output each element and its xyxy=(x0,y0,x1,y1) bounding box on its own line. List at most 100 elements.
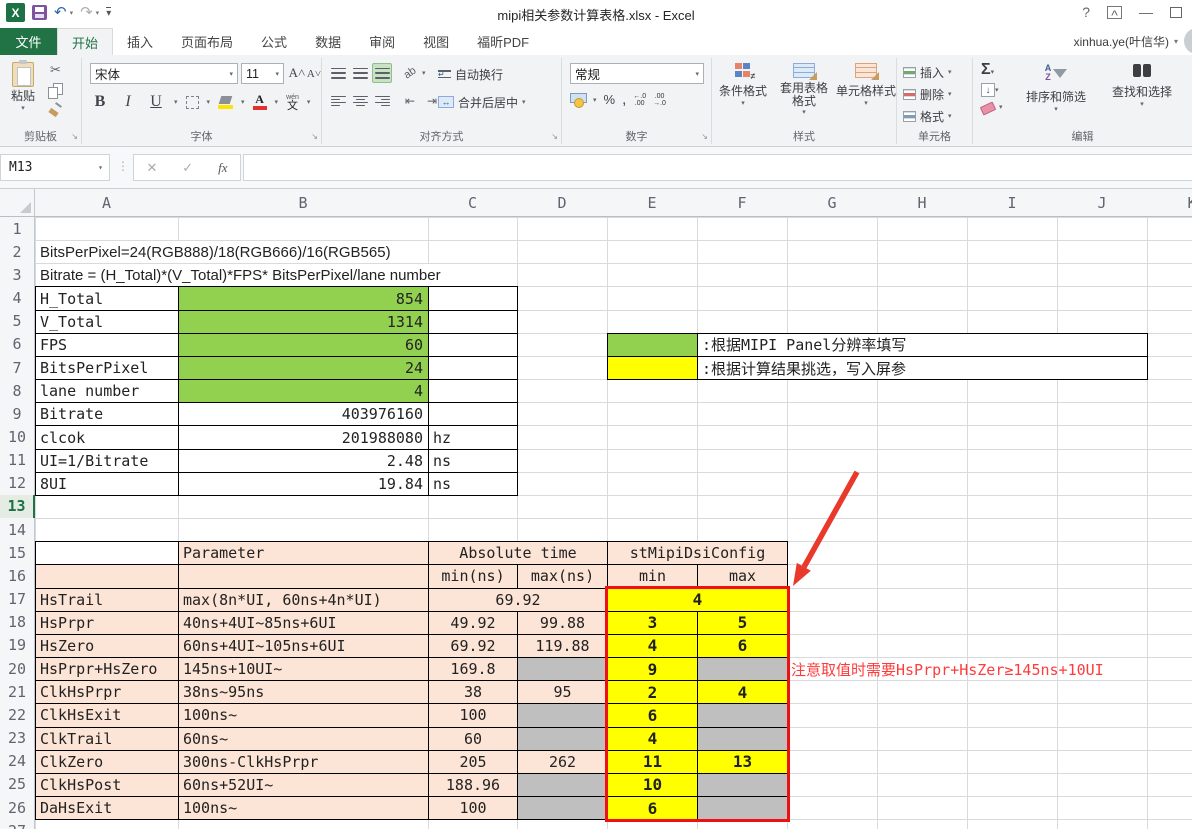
cell-C25[interactable]: 188.96 xyxy=(428,773,518,797)
phonetic-guide-icon[interactable]: wén文 xyxy=(286,94,299,110)
font-dialog-launcher[interactable]: ↘ xyxy=(311,132,318,141)
ribbon-display-options-icon[interactable]: ^ xyxy=(1107,6,1122,19)
delete-cells-button[interactable]: 删除▾ xyxy=(903,83,952,105)
fill-button[interactable]: ↓▾ xyxy=(981,83,999,97)
cell-C7[interactable] xyxy=(428,356,518,380)
undo-icon[interactable]: ↶ xyxy=(54,5,67,20)
cell-A16[interactable] xyxy=(35,564,179,588)
cell-A17[interactable]: HsTrail xyxy=(35,588,179,612)
cell-D22[interactable] xyxy=(517,703,608,727)
undo-caret-icon[interactable]: ▾ xyxy=(70,9,74,17)
row-header-4[interactable]: 4 xyxy=(0,286,35,310)
redo-caret-icon[interactable]: ▾ xyxy=(96,9,100,17)
column-header-F[interactable]: F xyxy=(697,189,788,217)
row-header-16[interactable]: 16 xyxy=(0,564,35,588)
cell-D26[interactable] xyxy=(517,796,608,820)
font-name-dropdown[interactable]: 宋体▾ xyxy=(90,63,238,84)
tab-view[interactable]: 视图 xyxy=(409,28,463,55)
cell-B26[interactable]: 100ns~ xyxy=(178,796,429,820)
align-bottom-icon[interactable] xyxy=(372,63,392,83)
cell-B9[interactable]: 403976160 xyxy=(178,402,429,426)
name-box-caret-icon[interactable]: ▾ xyxy=(98,163,103,172)
cell-C6[interactable] xyxy=(428,333,518,357)
tab-home[interactable]: 开始 xyxy=(57,28,113,55)
cell-A4[interactable]: H_Total xyxy=(35,286,179,310)
column-header-G[interactable]: G xyxy=(787,189,878,217)
cell-C18[interactable]: 49.92 xyxy=(428,611,518,635)
row-header-3[interactable]: 3 xyxy=(0,263,35,287)
conditional-formatting-button[interactable]: ≠ 条件格式 ▾ xyxy=(714,63,772,107)
row-header-22[interactable]: 22 xyxy=(0,703,35,727)
cell-C15-D15[interactable]: Absolute time xyxy=(428,541,608,565)
cell-F22[interactable] xyxy=(697,703,788,727)
cell-B20[interactable]: 145ns+10UI~ xyxy=(178,657,429,681)
fill-color-icon[interactable] xyxy=(218,96,233,109)
cell-B4[interactable]: 854 xyxy=(178,286,429,310)
cell-F23[interactable] xyxy=(697,727,788,751)
italic-button[interactable]: I xyxy=(118,92,138,112)
cut-icon[interactable]: ✂ xyxy=(50,62,61,78)
cell-B18[interactable]: 40ns+4UI~85ns+6UI xyxy=(178,611,429,635)
cell-E16[interactable]: min xyxy=(607,564,698,588)
cell-B19[interactable]: 60ns+4UI~105ns+6UI xyxy=(178,634,429,658)
cell-A21[interactable]: ClkHsPrpr xyxy=(35,680,179,704)
column-header-J[interactable]: J xyxy=(1057,189,1148,217)
cell-B11[interactable]: 2.48 xyxy=(178,449,429,473)
cell-D25[interactable] xyxy=(517,773,608,797)
cell-E18[interactable]: 3 xyxy=(607,611,698,635)
format-cells-button[interactable]: 格式▾ xyxy=(903,105,952,127)
cell-A15[interactable] xyxy=(35,541,179,565)
bold-button[interactable]: B xyxy=(90,92,110,112)
cell-F21[interactable]: 4 xyxy=(697,680,788,704)
cell-A6[interactable]: FPS xyxy=(35,333,179,357)
name-box[interactable]: M13 ▾ xyxy=(0,154,110,181)
cell-B15[interactable]: Parameter xyxy=(178,541,429,565)
cell-B25[interactable]: 60ns+52UI~ xyxy=(178,773,429,797)
cell-A23[interactable]: ClkTrail xyxy=(35,727,179,751)
cell-E17-F17[interactable]: 4 xyxy=(607,588,788,612)
row-header-17[interactable]: 17 xyxy=(0,588,35,612)
cell-B21[interactable]: 38ns~95ns xyxy=(178,680,429,704)
align-middle-icon[interactable] xyxy=(350,63,370,83)
row-header-9[interactable]: 9 xyxy=(0,402,35,426)
column-header-D[interactable]: D xyxy=(517,189,608,217)
copy-icon[interactable] xyxy=(48,83,63,98)
align-right-icon[interactable] xyxy=(372,91,392,111)
cell-A12[interactable]: 8UI xyxy=(35,472,179,496)
column-header-C[interactable]: C xyxy=(428,189,518,217)
restore-icon[interactable] xyxy=(1170,7,1182,18)
row-header-19[interactable]: 19 xyxy=(0,634,35,658)
cell-F26[interactable] xyxy=(697,796,788,820)
row-header-2[interactable]: 2 xyxy=(0,240,35,264)
underline-button[interactable]: U xyxy=(146,92,166,112)
decrease-indent-icon[interactable]: ⇤ xyxy=(400,91,420,111)
cell-styles-button[interactable]: 单元格样式 ▾ xyxy=(836,63,896,107)
phonetic-caret-icon[interactable]: ▾ xyxy=(307,98,311,106)
column-header-I[interactable]: I xyxy=(967,189,1058,217)
row-header-24[interactable]: 24 xyxy=(0,750,35,774)
cell-F18[interactable]: 5 xyxy=(697,611,788,635)
cell-A3[interactable]: Bitrate = (H_Total)*(V_Total)*FPS* BitsP… xyxy=(37,264,444,286)
cancel-entry-icon[interactable]: ✕ xyxy=(146,160,157,176)
cell-A10[interactable]: clcok xyxy=(35,425,179,449)
cell-C23[interactable]: 60 xyxy=(428,727,518,751)
clear-button[interactable]: ▾ xyxy=(981,101,1003,113)
number-dialog-launcher[interactable]: ↘ xyxy=(701,132,708,141)
formula-input[interactable] xyxy=(243,154,1192,181)
cell-A26[interactable]: DaHsExit xyxy=(35,796,179,820)
row-header-8[interactable]: 8 xyxy=(0,379,35,403)
row-header-1[interactable]: 1 xyxy=(0,217,35,241)
tab-file[interactable]: 文件 xyxy=(0,28,57,55)
column-header-A[interactable]: A xyxy=(35,189,179,217)
autosum-button[interactable]: Σ▾ xyxy=(981,61,994,79)
row-header-5[interactable]: 5 xyxy=(0,310,35,334)
column-header-B[interactable]: B xyxy=(178,189,429,217)
underline-caret-icon[interactable]: ▾ xyxy=(174,98,178,106)
cell-A20[interactable]: HsPrpr+HsZero xyxy=(35,657,179,681)
borders-icon[interactable] xyxy=(186,96,199,109)
cell-A22[interactable]: ClkHsExit xyxy=(35,703,179,727)
select-all-corner[interactable] xyxy=(0,189,35,217)
cell-B7[interactable]: 24 xyxy=(178,356,429,380)
row-header-12[interactable]: 12 xyxy=(0,472,35,496)
cell-D20[interactable] xyxy=(517,657,608,681)
